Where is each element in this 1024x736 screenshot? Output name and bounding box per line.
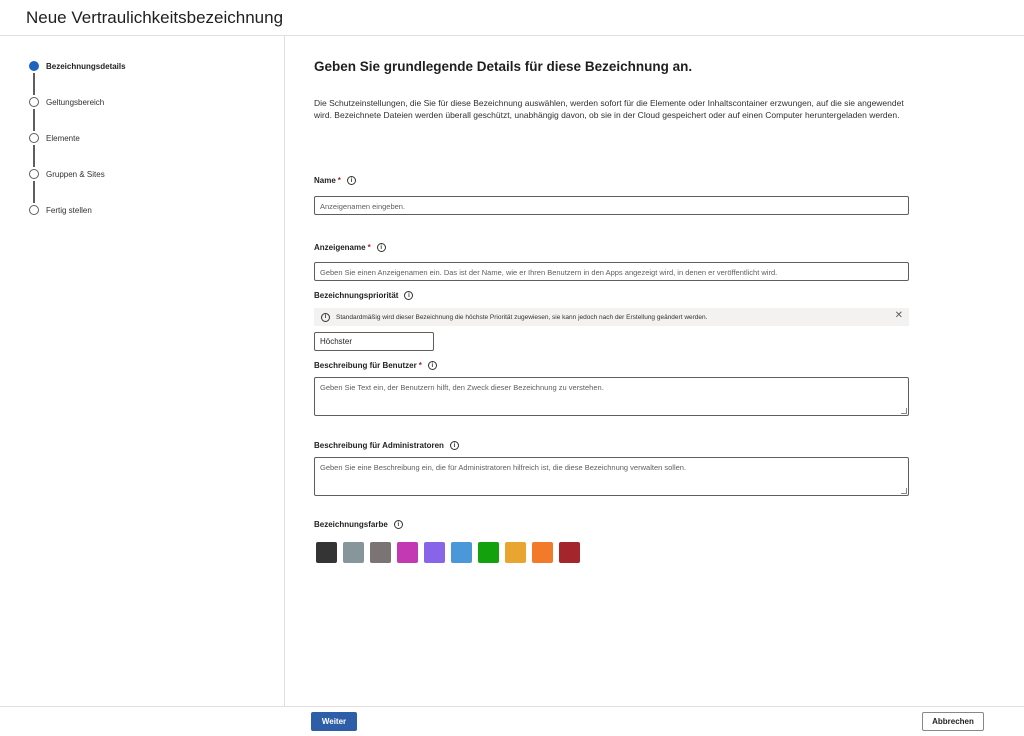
admin-description-label-text: Beschreibung für Administratoren xyxy=(314,441,444,450)
header: Neue Vertraulichkeitsbezeichnung xyxy=(0,0,1024,36)
display-name-input[interactable]: Geben Sie einen Anzeigenamen ein. Das is… xyxy=(314,262,909,281)
user-description-textarea[interactable]: Geben Sie Text ein, der Benutzern hilft,… xyxy=(314,377,909,416)
info-icon[interactable]: i xyxy=(393,520,403,529)
resize-handle[interactable] xyxy=(901,488,907,494)
wizard-steps: Bezeichnungsdetails Geltungsbereich Elem… xyxy=(0,36,285,706)
color-swatch-10[interactable] xyxy=(559,542,580,563)
step-connector xyxy=(33,73,35,95)
admin-description-textarea[interactable]: Geben Sie eine Beschreibung ein, die für… xyxy=(314,457,909,496)
info-icon[interactable]: i xyxy=(376,243,386,252)
step-elemente[interactable]: Elemente xyxy=(29,133,80,143)
display-name-label-text: Anzeigename xyxy=(314,243,366,252)
admin-description-placeholder: Geben Sie eine Beschreibung ein, die für… xyxy=(320,463,687,472)
step-geltungsbereich[interactable]: Geltungsbereich xyxy=(29,97,104,107)
step-dot-icon xyxy=(29,169,39,179)
step-connector xyxy=(33,145,35,167)
priority-info-text: Standardmäßig wird dieser Bezeichnung di… xyxy=(336,313,708,321)
color-swatch-8[interactable] xyxy=(505,542,526,563)
step-dot-icon xyxy=(29,133,39,143)
main-panel: Geben Sie grundlegende Details für diese… xyxy=(286,36,1024,706)
step-dot-icon xyxy=(29,97,39,107)
user-description-label: Beschreibung für Benutzer * i xyxy=(314,361,437,370)
name-label: Name * i xyxy=(314,176,356,185)
priority-select[interactable]: Höchster xyxy=(314,332,434,351)
step-label: Gruppen & Sites xyxy=(46,169,105,179)
color-swatch-2[interactable] xyxy=(343,542,364,563)
color-label: Bezeichnungsfarbe i xyxy=(314,520,403,529)
priority-label-text: Bezeichnungspriorität xyxy=(314,291,399,300)
color-swatch-6[interactable] xyxy=(451,542,472,563)
step-connector xyxy=(33,181,35,203)
admin-description-label: Beschreibung für Administratoren i xyxy=(314,441,459,450)
user-description-label-text: Beschreibung für Benutzer xyxy=(314,361,417,370)
info-icon[interactable]: i xyxy=(404,291,414,300)
color-label-text: Bezeichnungsfarbe xyxy=(314,520,388,529)
user-description-placeholder: Geben Sie Text ein, der Benutzern hilft,… xyxy=(320,383,604,392)
color-swatch-1[interactable] xyxy=(316,542,337,563)
display-name-label: Anzeigename * i xyxy=(314,243,386,252)
step-label: Geltungsbereich xyxy=(46,97,105,107)
color-swatch-3[interactable] xyxy=(370,542,391,563)
page-title: Geben Sie grundlegende Details für diese… xyxy=(314,59,693,74)
info-icon[interactable]: i xyxy=(346,176,356,185)
color-swatch-4[interactable] xyxy=(397,542,418,563)
step-dot-icon xyxy=(29,205,39,215)
cancel-button[interactable]: Abbrechen xyxy=(922,712,984,731)
step-connector xyxy=(33,109,35,131)
color-swatch-5[interactable] xyxy=(424,542,445,563)
close-icon[interactable]: ✕ xyxy=(895,311,903,321)
intro-text: Die Schutzeinstellungen, die Sie für die… xyxy=(314,98,904,120)
info-icon[interactable]: i xyxy=(449,441,459,450)
resize-handle[interactable] xyxy=(901,408,907,414)
color-swatches xyxy=(316,542,586,563)
step-dot-icon xyxy=(29,61,39,71)
info-icon: i xyxy=(321,312,330,322)
step-gruppen-sites[interactable]: Gruppen & Sites xyxy=(29,169,105,179)
color-swatch-9[interactable] xyxy=(532,542,553,563)
color-swatch-7[interactable] xyxy=(478,542,499,563)
step-label: Elemente xyxy=(46,133,80,143)
priority-label: Bezeichnungspriorität i xyxy=(314,291,414,300)
name-input[interactable]: Anzeigenamen eingeben. xyxy=(314,196,909,215)
required-marker: * xyxy=(367,243,371,252)
name-label-text: Name xyxy=(314,176,336,185)
step-label: Fertig stellen xyxy=(46,205,92,215)
info-icon[interactable]: i xyxy=(427,361,437,370)
step-bezeichnungsdetails[interactable]: Bezeichnungsdetails xyxy=(29,61,126,71)
required-marker: * xyxy=(337,176,341,185)
next-button[interactable]: Weiter xyxy=(311,712,357,731)
step-fertig-stellen[interactable]: Fertig stellen xyxy=(29,205,92,215)
priority-info-bar: i Standardmäßig wird dieser Bezeichnung … xyxy=(314,308,909,326)
required-marker: * xyxy=(418,361,422,370)
footer: Weiter Abbrechen xyxy=(0,706,1024,736)
window-title: Neue Vertraulichkeitsbezeichnung xyxy=(26,8,284,27)
step-label: Bezeichnungsdetails xyxy=(46,61,126,71)
